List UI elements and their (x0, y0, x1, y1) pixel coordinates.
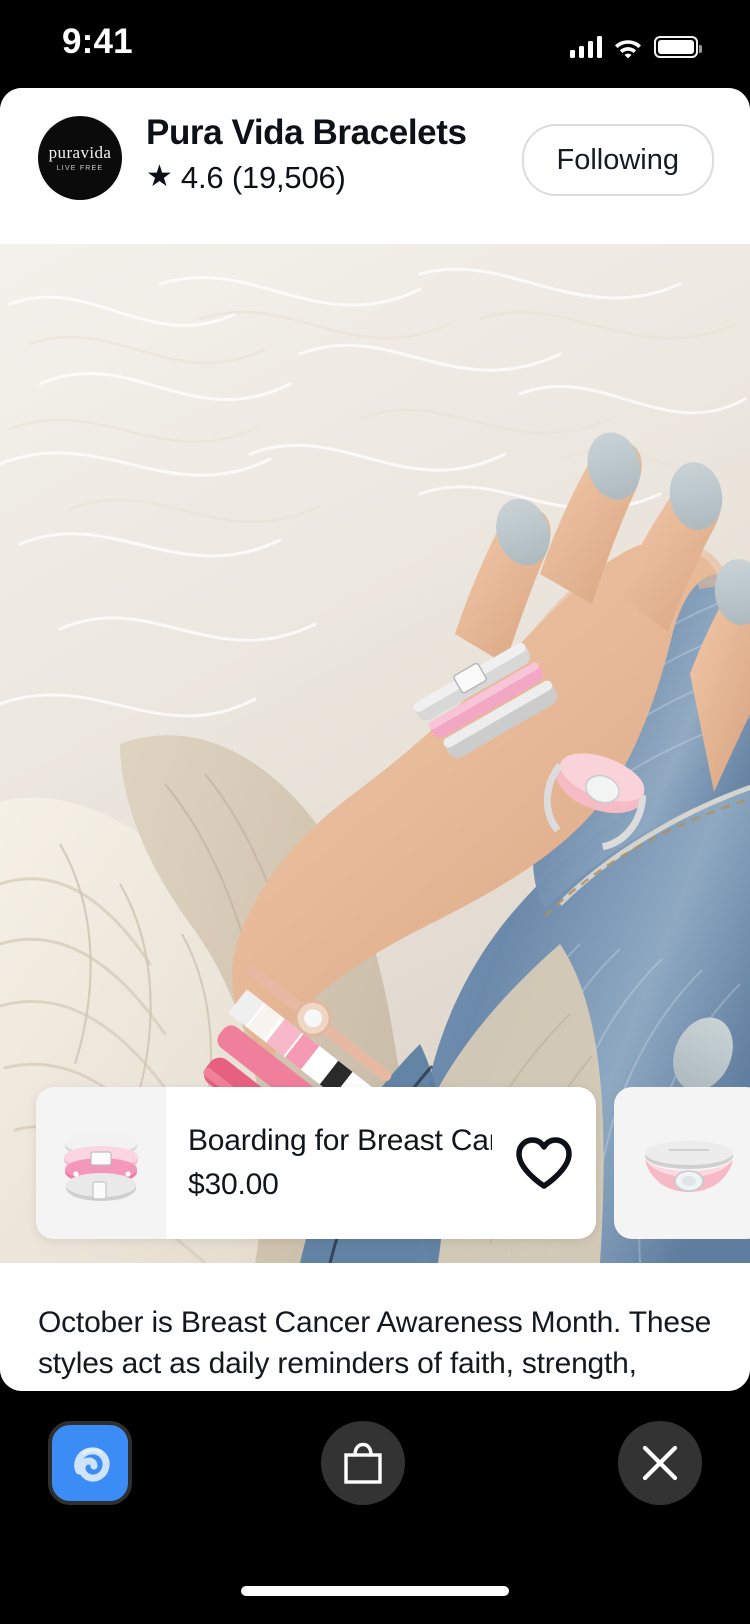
stacked-rings-image (64, 1132, 138, 1201)
product-card-next[interactable] (614, 1087, 750, 1239)
caption-text: October is Breast Cancer Awareness Month… (38, 1306, 712, 1391)
brand-info: Pura Vida Bracelets ★ 4.6 (19,506) (146, 113, 467, 196)
post-caption[interactable]: October is Breast Cancer Awareness Month… (0, 1263, 750, 1391)
shopping-bag-button[interactable] (321, 1421, 405, 1505)
brand-avatar-word: puravida (48, 143, 112, 162)
status-bar-icons (569, 30, 702, 58)
brand-header: puravida LIVE FREE Pura Vida Bracelets ★… (0, 88, 750, 244)
rating-value: 4.6 (19,506) (180, 159, 346, 195)
product-title: Boarding for Breast Canc... (188, 1124, 492, 1157)
home-indicator[interactable] (241, 1586, 509, 1596)
product-details: Boarding for Breast Canc... $30.00 (166, 1124, 492, 1202)
heart-outline-icon (516, 1137, 572, 1189)
product-price: $30.00 (188, 1168, 279, 1201)
brand-avatar-tagline: LIVE FREE (56, 165, 104, 172)
close-x-icon (642, 1445, 678, 1481)
status-bar-time: 9:41 (62, 22, 133, 61)
shopping-bag-icon (344, 1442, 382, 1484)
brand-rating: ★ 4.6 (19,506) (146, 160, 467, 196)
star-icon: ★ (146, 159, 173, 193)
favorite-button[interactable] (492, 1087, 596, 1239)
pink-signet-ring-image (645, 1141, 733, 1192)
content-sheet: puravida LIVE FREE Pura Vida Bracelets ★… (0, 88, 750, 1391)
app-switch-icon[interactable] (48, 1421, 132, 1505)
product-thumbnail (36, 1087, 166, 1239)
bottom-toolbar (0, 1391, 750, 1624)
phone-screen: 9:41 puravida LIVE FREE Pura Vida Bracel… (0, 0, 750, 1624)
product-card[interactable]: Boarding for Breast Canc... $30.00 (36, 1087, 596, 1239)
brand-avatar[interactable]: puravida LIVE FREE (38, 116, 122, 200)
following-button[interactable]: Following (521, 124, 714, 196)
battery-full-icon (654, 36, 702, 58)
product-carousel[interactable]: Boarding for Breast Canc... $30.00 (0, 1087, 750, 1239)
close-button[interactable] (618, 1421, 702, 1505)
media-viewer[interactable]: Boarding for Breast Canc... $30.00 (0, 244, 750, 1263)
status-bar: 9:41 (0, 0, 750, 88)
brand-name[interactable]: Pura Vida Bracelets (146, 113, 467, 153)
swirl-glyph-icon (74, 1447, 110, 1482)
cellular-signal-icon (569, 36, 602, 58)
wifi-icon (615, 40, 641, 58)
